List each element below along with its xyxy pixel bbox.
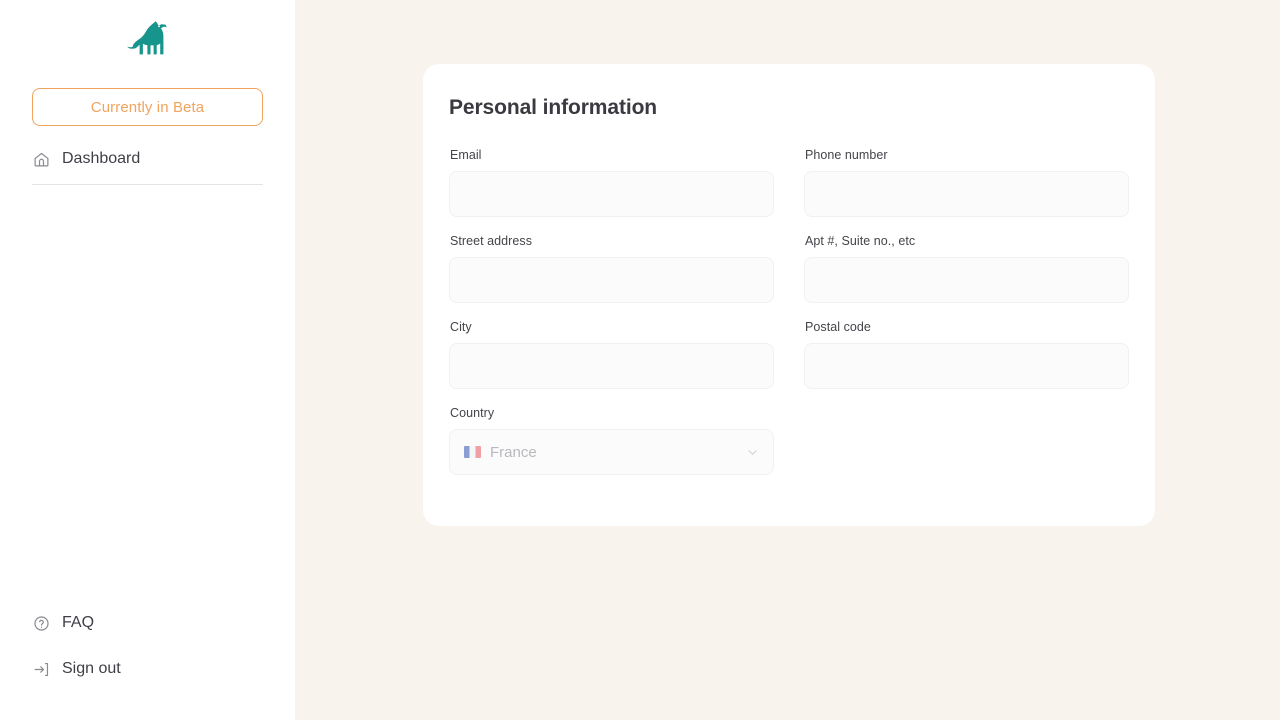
field-country: Country France	[449, 406, 774, 475]
page-title: Personal information	[449, 96, 658, 119]
apt-input[interactable]	[804, 257, 1129, 303]
email-input[interactable]	[449, 171, 774, 217]
sidebar-item-sign-out-label: Sign out	[62, 660, 121, 677]
sidebar: Currently in Beta Dashboard FAQ Sign out	[0, 0, 295, 720]
sidebar-item-sign-out[interactable]: Sign out	[32, 652, 263, 686]
street-address-input[interactable]	[449, 257, 774, 303]
city-input[interactable]	[449, 343, 774, 389]
field-street-address-label: Street address	[450, 234, 532, 248]
sidebar-bottom-nav: FAQ Sign out	[0, 606, 295, 720]
field-apt-label: Apt #, Suite no., etc	[805, 234, 916, 248]
sidebar-item-dashboard-label: Dashboard	[62, 150, 141, 167]
question-circle-icon	[32, 614, 50, 632]
sign-out-icon	[32, 660, 50, 678]
dog-logo-icon	[126, 17, 169, 61]
field-phone-label: Phone number	[805, 148, 888, 162]
personal-information-card: Personal information Email Phone number …	[423, 64, 1155, 526]
field-phone: Phone number	[804, 148, 1129, 217]
country-select-value: France	[490, 443, 537, 461]
sidebar-item-faq-label: FAQ	[62, 614, 95, 631]
personal-information-form: Email Phone number Street address Apt #,…	[449, 148, 1129, 492]
main-content: Personal information Email Phone number …	[295, 0, 1280, 720]
field-street-address: Street address	[449, 234, 774, 303]
phone-input[interactable]	[804, 171, 1129, 217]
country-select-wrap: France	[449, 429, 774, 475]
field-country-label: Country	[450, 406, 495, 420]
field-postal-code: Postal code	[804, 320, 1129, 389]
home-icon	[32, 150, 50, 168]
field-city: City	[449, 320, 774, 389]
field-postal-code-label: Postal code	[805, 320, 871, 334]
sidebar-item-dashboard[interactable]: Dashboard	[32, 142, 263, 176]
field-email-label: Email	[450, 148, 482, 162]
sidebar-nav: Dashboard	[0, 142, 295, 176]
france-flag-icon	[464, 446, 481, 458]
chevron-down-icon	[745, 445, 759, 459]
field-email: Email	[449, 148, 774, 217]
country-select[interactable]: France	[449, 429, 774, 475]
app-root: Currently in Beta Dashboard FAQ Sign out…	[0, 0, 1280, 720]
field-city-label: City	[450, 320, 472, 334]
beta-badge[interactable]: Currently in Beta	[32, 88, 263, 126]
field-apt: Apt #, Suite no., etc	[804, 234, 1129, 303]
postal-code-input[interactable]	[804, 343, 1129, 389]
sidebar-item-faq[interactable]: FAQ	[32, 606, 263, 640]
brand-logo[interactable]	[0, 0, 295, 78]
